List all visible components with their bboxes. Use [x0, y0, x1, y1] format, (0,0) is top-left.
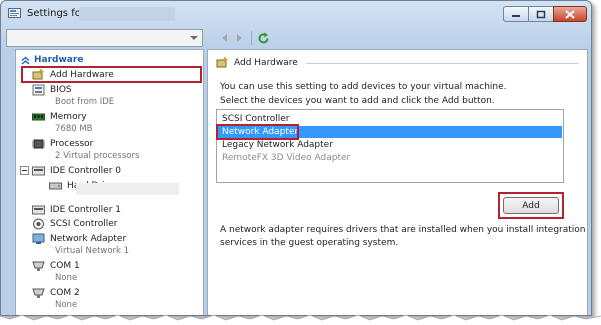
memory-icon — [32, 113, 45, 120]
scsi-controller-icon — [33, 218, 44, 229]
minimize-icon — [512, 15, 520, 17]
sidebar-item-label: BIOS — [50, 84, 72, 95]
collapse-chevron-icon — [21, 56, 30, 65]
sidebar-item-processor[interactable]: Processor — [32, 137, 93, 150]
sidebar-item-ide-controller-0[interactable]: IDE Controller 0 — [20, 164, 121, 177]
device-listbox[interactable]: SCSI Controller Network Adapter Legacy N… — [216, 109, 564, 183]
header-divider — [306, 63, 579, 64]
triangle-left-icon — [222, 34, 227, 42]
sidebar-item-bios[interactable]: BIOS — [32, 83, 72, 96]
note-text-line-2: services in the guest operating system. — [220, 238, 399, 248]
torn-edge-decoration — [0, 314, 601, 325]
sidebar-item-ide-controller-1[interactable]: IDE Controller 1 — [32, 203, 121, 216]
sidebar-item-com-1[interactable]: COM 1 — [32, 259, 80, 272]
sidebar-item-label: Processor — [50, 138, 94, 149]
sidebar-item-label: IDE Controller 1 — [50, 204, 121, 215]
sidebar-item-detail: Boot from IDE — [55, 97, 115, 107]
sidebar-item-label: COM 1 — [50, 260, 80, 271]
sidebar-item-detail: None — [55, 300, 78, 310]
settings-app-icon — [8, 8, 21, 18]
settings-window: Settings for Hardware Add Hardware BIOS … — [0, 0, 592, 316]
refresh-button[interactable] — [256, 31, 270, 45]
close-icon — [565, 9, 575, 19]
sidebar-item-memory[interactable]: Memory — [32, 110, 87, 123]
com-port-icon — [32, 261, 45, 271]
sidebar-item-detail: Virtual Network 1 — [55, 246, 130, 256]
section-title: Hardware — [34, 55, 84, 65]
sidebar-item-detail: 2 Virtual processors — [55, 151, 140, 161]
processor-icon — [32, 139, 45, 148]
add-hardware-pane: Add Hardware You can use this setting to… — [207, 49, 588, 315]
collapse-tree-icon — [20, 166, 29, 175]
sidebar-item-detail: 7680 MB — [55, 124, 93, 134]
highlight-box-network-adapter — [216, 124, 299, 140]
hardware-section-header[interactable]: Hardware — [21, 55, 83, 65]
triangle-right-icon — [237, 34, 242, 42]
minimize-button[interactable] — [503, 6, 529, 22]
pane-header: Add Hardware — [216, 57, 298, 69]
sidebar-item-com-2[interactable]: COM 2 — [32, 286, 80, 299]
toolbar-separator — [251, 31, 252, 45]
forward-button[interactable] — [234, 31, 246, 45]
title-bar: Settings for — [1, 1, 591, 27]
sidebar-item-label: IDE Controller 0 — [50, 165, 121, 176]
hardware-nav-pane: Hardware Add Hardware BIOS Boot from IDE — [15, 49, 204, 315]
note-text-line-1: A network adapter requires drivers that … — [220, 225, 586, 235]
sidebar-item-label: SCSI Controller — [50, 218, 118, 229]
vm-selector-dropdown[interactable] — [6, 29, 203, 47]
network-adapter-icon — [32, 233, 45, 244]
close-button[interactable] — [553, 6, 587, 22]
intro-text: You can use this setting to add devices … — [220, 82, 507, 92]
sidebar-item-label: Network Adapter — [50, 233, 127, 244]
refresh-icon — [258, 32, 268, 43]
chevron-down-icon — [190, 36, 198, 40]
hard-drive-icon — [49, 182, 62, 189]
maximize-icon — [536, 10, 546, 18]
highlight-box-add-button — [498, 192, 564, 219]
highlight-box-add-hardware — [21, 66, 202, 83]
pane-title: Add Hardware — [234, 58, 298, 68]
instruction-text: Select the devices you want to add and c… — [220, 96, 495, 106]
sidebar-item-scsi-controller[interactable]: SCSI Controller — [32, 217, 118, 230]
com-port-icon — [32, 288, 45, 298]
back-button[interactable] — [218, 31, 230, 45]
sidebar-item-label: COM 2 — [50, 287, 80, 298]
toolbar — [6, 26, 586, 48]
redacted-hard-drive-path — [76, 183, 179, 195]
sidebar-item-network-adapter[interactable]: Network Adapter — [32, 232, 126, 245]
redacted-vm-name — [79, 7, 175, 21]
sidebar-item-label: Memory — [50, 111, 87, 122]
add-hardware-icon — [216, 57, 228, 68]
device-option-remotefx-3d-video-adapter: RemoteFX 3D Video Adapter — [222, 153, 351, 163]
ide-controller-icon — [32, 205, 45, 214]
ide-controller-icon — [32, 166, 45, 175]
device-option-legacy-network-adapter[interactable]: Legacy Network Adapter — [218, 139, 562, 151]
bios-icon — [32, 84, 45, 95]
window-title: Settings for — [27, 8, 85, 19]
maximize-button[interactable] — [528, 6, 554, 22]
sidebar-item-detail: None — [55, 273, 78, 283]
